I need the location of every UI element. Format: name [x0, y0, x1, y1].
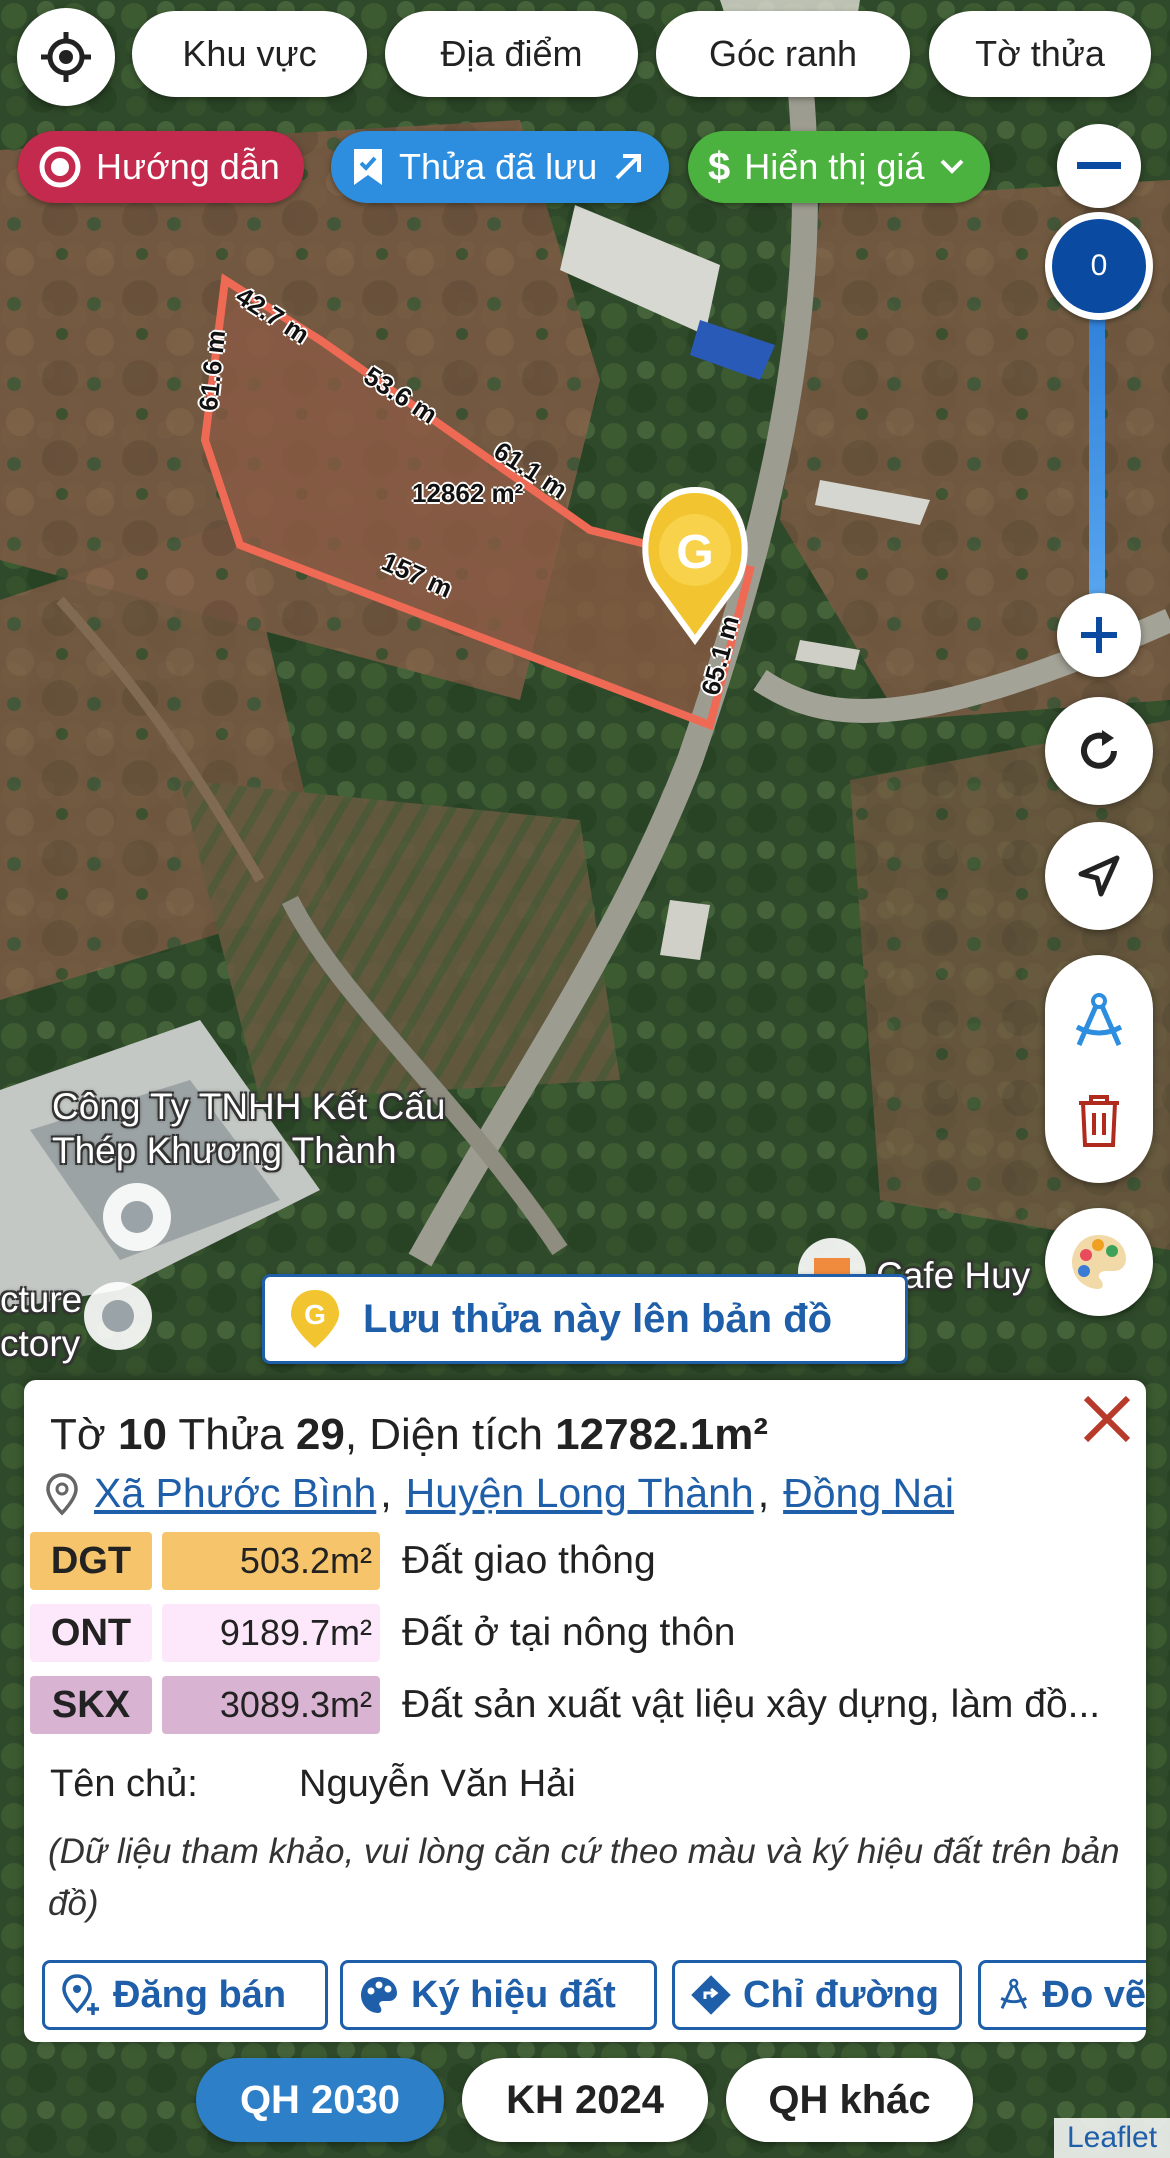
- directions-button[interactable]: Chỉ đường: [672, 1960, 962, 2030]
- zoom-in-button[interactable]: [1057, 593, 1141, 677]
- close-icon: [1083, 1395, 1131, 1443]
- compass-icon: [1075, 993, 1123, 1046]
- bookmark-icon: [354, 149, 382, 185]
- land-symbols-label: Ký hiệu đất: [411, 1973, 616, 2016]
- sheet-prefix: Tờ: [50, 1410, 106, 1459]
- sheet-number: 10: [117, 1410, 167, 1459]
- poi-label: ctory: [0, 1323, 81, 1364]
- post-for-sale-button[interactable]: Đăng bán: [42, 1960, 328, 2030]
- guide-label: Hướng dẫn: [96, 146, 280, 187]
- zoom-slider-knob[interactable]: 0: [1045, 212, 1153, 320]
- crosshair-icon: [41, 32, 91, 82]
- tab-qh-khac[interactable]: QH khác: [726, 2058, 973, 2142]
- svg-text:G: G: [304, 1299, 326, 1330]
- navigation-arrow-icon: [1078, 855, 1120, 897]
- land-area: 503.2m²: [162, 1532, 380, 1590]
- chip-khu-vuc[interactable]: Khu vực: [132, 11, 367, 97]
- minus-icon: [1077, 162, 1121, 169]
- navigate-button[interactable]: [1045, 822, 1153, 930]
- show-price-dropdown[interactable]: $ Hiển thị giá: [688, 131, 991, 203]
- measure-draw-label: Đo vẽ: [1042, 1973, 1146, 2016]
- saved-plots-button[interactable]: Thửa đã lưu: [331, 131, 670, 203]
- pin-plus-icon: [62, 1974, 99, 2015]
- chip-dia-diem[interactable]: Địa điểm: [385, 11, 638, 97]
- land-desc: Đất ở tại nông thôn: [402, 1611, 736, 1654]
- disclaimer-note: (Dữ liệu tham khảo, vui lòng căn cứ theo…: [48, 1832, 1120, 1923]
- tab-kh-2024[interactable]: KH 2024: [462, 2058, 708, 2142]
- land-use-row: DGT 503.2m² Đất giao thông: [30, 1532, 1142, 1590]
- plot-info-panel: Tờ 10 Thửa 29, Diện tích 12782.1m² Xã Ph…: [24, 1380, 1146, 2042]
- show-price-label: Hiển thị giá: [744, 146, 925, 187]
- palette-icon: [1072, 1235, 1126, 1289]
- plot-area: 12782.1m²: [555, 1410, 768, 1459]
- land-area: 3089.3m²: [162, 1676, 380, 1734]
- plot-prefix: Thửa: [178, 1410, 284, 1459]
- address: Xã Phước Bình, Huyện Long Thành, Đồng Na…: [44, 1470, 954, 1517]
- save-plot-label: Lưu thửa này lên bản đồ: [363, 1296, 833, 1341]
- save-plot-button[interactable]: G Lưu thửa này lên bản đồ: [262, 1274, 908, 1364]
- zoom-slider-track[interactable]: [1089, 300, 1105, 600]
- land-symbols-button[interactable]: Ký hiệu đất: [340, 1960, 657, 2030]
- play-circle-icon: [39, 146, 81, 188]
- land-use-row: ONT 9189.7m² Đất ở tại nông thôn: [30, 1604, 1142, 1662]
- layer-palette-button[interactable]: [1045, 1208, 1153, 1316]
- area-prefix: , Diện tích: [344, 1410, 543, 1459]
- land-code: ONT: [30, 1604, 152, 1662]
- directions-label: Chỉ đường: [743, 1973, 939, 2016]
- commune-link[interactable]: Xã Phước Bình: [94, 1470, 376, 1517]
- leaflet-attribution-link[interactable]: Leaflet: [1054, 2118, 1170, 2158]
- guide-button[interactable]: Hướng dẫn: [18, 131, 304, 203]
- chip-to-thua[interactable]: Tờ thửa: [929, 11, 1151, 97]
- map-pin-icon: [46, 1472, 78, 1515]
- refresh-icon: [1081, 730, 1117, 769]
- chip-goc-ranh[interactable]: Góc ranh: [656, 11, 910, 97]
- parcel-area-label: 12862 m²: [412, 478, 524, 508]
- dollar-icon: $: [708, 144, 731, 189]
- zoom-out-button[interactable]: [1057, 124, 1141, 208]
- trash-icon: [1079, 1095, 1119, 1147]
- district-link[interactable]: Huyện Long Thành: [406, 1470, 754, 1517]
- measure-tools: [1045, 955, 1153, 1183]
- post-for-sale-label: Đăng bán: [113, 1973, 287, 2016]
- palette-icon: [361, 1977, 397, 2013]
- land-desc: Đất sản xuất vật liệu xây dựng, làm đồ..…: [402, 1683, 1101, 1726]
- owner-name: Nguyễn Văn Hải: [299, 1763, 576, 1805]
- province-link[interactable]: Đồng Nai: [783, 1470, 954, 1517]
- plot-title: Tờ 10 Thửa 29, Diện tích 12782.1m²: [50, 1410, 768, 1460]
- poi-label: Công Ty TNHH Kết Cấu Thép Khương Thành: [52, 1086, 446, 1171]
- plus-icon: [1081, 617, 1117, 653]
- close-button[interactable]: [1072, 1384, 1142, 1454]
- land-code: SKX: [30, 1676, 152, 1734]
- land-desc: Đất giao thông: [402, 1539, 656, 1582]
- refresh-button[interactable]: [1045, 697, 1153, 805]
- poi-label: cture: [0, 1279, 83, 1320]
- plot-number: 29: [295, 1410, 345, 1459]
- compass-icon: [1000, 1978, 1028, 2010]
- land-area: 9189.7m²: [162, 1604, 380, 1662]
- svg-text:G: G: [676, 526, 713, 579]
- external-arrow-icon: [615, 154, 642, 180]
- land-use-row: SKX 3089.3m² Đất sản xuất vật liệu xây d…: [30, 1676, 1142, 1734]
- land-code: DGT: [30, 1532, 152, 1590]
- delete-button[interactable]: [1075, 1093, 1123, 1154]
- locate-me-button[interactable]: [17, 8, 115, 106]
- measure-draw-button[interactable]: Đo vẽ: [978, 1960, 1146, 2030]
- measure-button[interactable]: [1069, 993, 1129, 1056]
- directions-icon: [691, 1975, 731, 2015]
- location-pin-icon: G: [291, 1290, 339, 1348]
- chevron-down-icon: [940, 159, 964, 174]
- owner-label: Tên chủ:: [50, 1763, 198, 1805]
- tab-qh-2030[interactable]: QH 2030: [196, 2058, 444, 2142]
- saved-plots-label: Thửa đã lưu: [399, 146, 598, 187]
